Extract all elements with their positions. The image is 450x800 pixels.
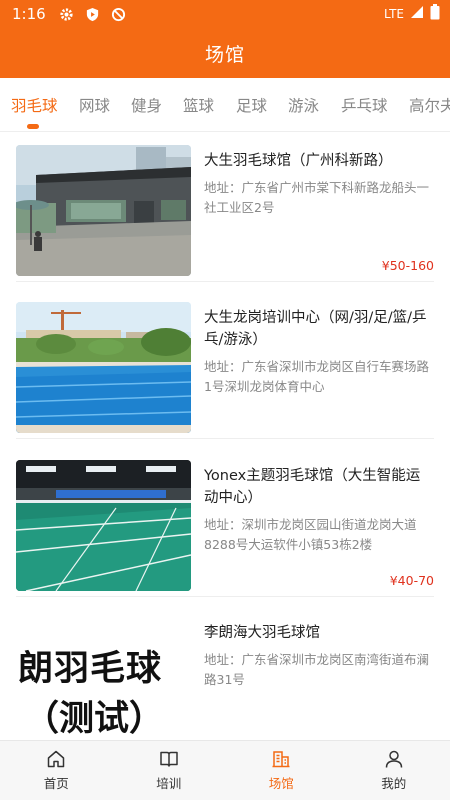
venue-address: 地址：广东省深圳市龙岗区南湾街道布澜路31号 — [204, 652, 430, 687]
signal-icon — [410, 5, 424, 23]
nav-venue-label: 场馆 — [268, 776, 294, 791]
venue-name: 大生羽毛球馆（广州科新路） — [204, 153, 393, 169]
no-signal-circle-icon — [110, 5, 128, 23]
venue-photo — [16, 302, 191, 433]
person-icon — [385, 750, 402, 768]
venue-item[interactable]: 大生龙岗培训中心（网/羽/足/篮/乒乓/游泳） 地址：广东省深圳市龙岗区自行车赛… — [16, 289, 434, 439]
nav-venue[interactable]: 场馆 — [225, 741, 338, 800]
gear-icon — [58, 5, 76, 23]
bottom-nav: 首页 培训 场馆 我的 — [0, 740, 450, 800]
venue-name: 大生龙岗培训中心（网/羽/足/篮/乒乓/游泳） — [204, 310, 427, 348]
app-header: 场馆 — [0, 28, 450, 78]
active-tab-indicator — [27, 124, 39, 129]
venue-list: 大生羽毛球馆（广州科新路） 地址：广东省广州市棠下科新路龙船头一社工业区2号 ¥… — [0, 132, 450, 740]
home-icon — [48, 750, 65, 768]
status-bar: 1:16 LTE — [0, 0, 450, 28]
battery-icon — [430, 4, 440, 24]
venue-address: 地址：广东省广州市棠下科新路龙船头一社工业区2号 — [204, 180, 430, 215]
tab-table-tennis[interactable]: 乒乓球 — [341, 94, 388, 116]
nav-home-label: 首页 — [43, 776, 69, 791]
shield-play-icon — [84, 5, 102, 23]
venue-photo: 朗羽毛球 （测试） — [16, 622, 191, 740]
venue-address: 地址：深圳市龙岗区园山街道龙岗大道8288号大运软件小镇53栋2楼 — [204, 517, 417, 552]
tab-golf[interactable]: 高尔夫 — [409, 94, 450, 116]
nav-mine[interactable]: 我的 — [338, 741, 450, 800]
book-icon — [160, 751, 178, 767]
venue-price: ¥50-160 — [381, 258, 434, 273]
tab-badminton[interactable]: 羽毛球 — [11, 94, 58, 116]
tab-swimming[interactable]: 游泳 — [288, 94, 319, 116]
page-title: 场馆 — [204, 43, 245, 66]
tab-basketball[interactable]: 篮球 — [183, 94, 214, 116]
venue-price: ¥40-70 — [389, 573, 434, 588]
status-time: 1:16 — [12, 5, 46, 23]
venue-item[interactable]: 朗羽毛球 （测试） 李朗海大羽毛球馆 地址：广东省深圳市龙岗区南湾街道布澜路31… — [16, 604, 434, 740]
tab-football[interactable]: 足球 — [236, 94, 267, 116]
venue-icon — [272, 751, 290, 768]
venue-photo — [16, 145, 191, 276]
thumb-text-line1: 朗羽毛球 — [18, 649, 163, 689]
nav-home[interactable]: 首页 — [0, 741, 113, 800]
tab-fitness[interactable]: 健身 — [131, 94, 162, 116]
tab-tennis[interactable]: 网球 — [79, 94, 110, 116]
nav-training[interactable]: 培训 — [113, 741, 226, 800]
venue-name: 李朗海大羽毛球馆 — [204, 625, 320, 641]
venue-name: Yonex主题羽毛球馆（大生智能运动中心） — [204, 468, 421, 506]
network-type: LTE — [384, 7, 404, 21]
venue-item[interactable]: Yonex主题羽毛球馆（大生智能运动中心） 地址：深圳市龙岗区园山街道龙岗大道8… — [16, 447, 434, 597]
venue-photo — [16, 460, 191, 591]
category-tabs: 羽毛球 网球 健身 篮球 足球 游泳 乒乓球 高尔夫 — [0, 78, 450, 132]
thumb-text-line2: （测试） — [24, 699, 165, 739]
venue-item[interactable]: 大生羽毛球馆（广州科新路） 地址：广东省广州市棠下科新路龙船头一社工业区2号 ¥… — [16, 132, 434, 282]
nav-mine-label: 我的 — [381, 776, 407, 791]
venue-address: 地址：广东省深圳市龙岗区自行车赛场路1号深圳龙岗体育中心 — [204, 359, 430, 394]
nav-training-label: 培训 — [156, 776, 182, 791]
